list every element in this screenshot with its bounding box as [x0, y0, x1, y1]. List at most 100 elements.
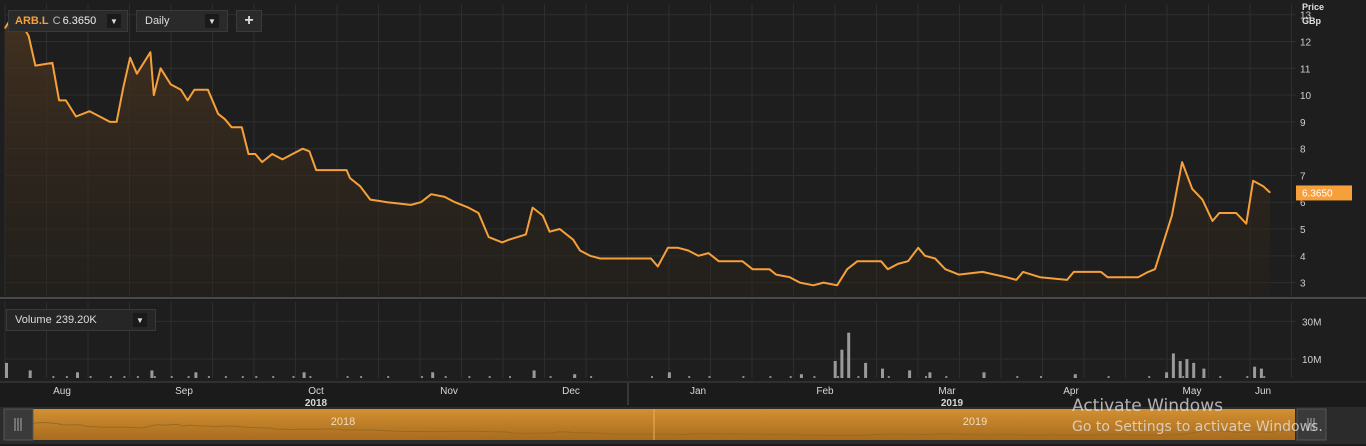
price-point [697, 255, 700, 257]
price-point [667, 247, 669, 249]
volume-bar [864, 362, 868, 378]
volume-bar [488, 376, 491, 378]
volume-bar [881, 368, 884, 378]
y-tick-label: 10 [1300, 91, 1312, 102]
price-point [271, 153, 273, 155]
volume-bar [387, 376, 390, 378]
volume-bar [187, 376, 190, 378]
price-point [856, 260, 859, 262]
volume-bar [1073, 374, 1077, 378]
x-tick-label: Jun [1255, 386, 1271, 397]
price-point [136, 73, 138, 75]
price-point [751, 268, 754, 270]
x-tick-label: Apr [1063, 386, 1079, 397]
price-point [34, 65, 37, 67]
volume-bar [431, 372, 435, 378]
price-point [254, 153, 256, 155]
price-point [1015, 279, 1017, 281]
price-point [51, 62, 54, 64]
price-point [129, 57, 131, 59]
price-point [934, 257, 936, 260]
volume-bar [1192, 362, 1196, 378]
price-point [579, 249, 581, 252]
price-point [707, 252, 710, 254]
price-point [525, 233, 527, 235]
y-tick-label: 11 [1300, 64, 1311, 75]
price-point [897, 263, 899, 265]
volume-bar [982, 372, 986, 378]
y-tick-label: 5 [1300, 225, 1306, 236]
price-point [217, 113, 219, 115]
interval-selector[interactable]: Daily ▼ [136, 10, 228, 32]
price-point [677, 247, 679, 249]
price-point [1171, 215, 1173, 217]
volume-bar [1202, 368, 1206, 378]
volume-bar [549, 376, 552, 378]
plus-icon[interactable]: + [236, 10, 262, 32]
price-point [1262, 185, 1264, 187]
volume-selector[interactable]: Volume 239.20K ▼ [6, 309, 156, 331]
last-price-tag-label: 6.3650 [1302, 188, 1333, 199]
price-point [924, 255, 926, 257]
price-point [281, 158, 283, 160]
price-point [657, 265, 659, 268]
chart-type-label: C [52, 15, 61, 27]
price-point [359, 185, 361, 187]
volume-bar [309, 376, 312, 378]
price-point [768, 268, 771, 270]
triangle-down-icon[interactable]: ▼ [133, 313, 147, 327]
volume-bar [813, 376, 816, 378]
volume-bar [123, 376, 126, 378]
volume-bar [444, 376, 447, 378]
price-point [247, 153, 250, 155]
price-point [1100, 271, 1102, 273]
price-point [109, 121, 111, 123]
navigator[interactable]: 2018 2019 [0, 407, 1366, 444]
price-point [508, 239, 510, 241]
price-point [559, 228, 561, 230]
price-point [1039, 276, 1041, 278]
x-tick-label: Nov [440, 386, 458, 397]
chart-toolbar: ARB.L C 6.3650 ▼ Daily ▼ + [8, 10, 262, 32]
price-point [542, 215, 544, 217]
volume-bar [272, 376, 275, 378]
volume-bar [708, 376, 711, 378]
price-point [1066, 279, 1068, 281]
volume-bar [170, 376, 173, 378]
volume-tick-label: 30M [1302, 317, 1321, 328]
volume-bar [1040, 376, 1042, 378]
triangle-down-icon[interactable]: ▼ [107, 14, 121, 28]
price-point [308, 150, 310, 152]
volume-bar [789, 376, 792, 378]
y-tick-label: 3 [1300, 279, 1306, 290]
volume-bar [651, 376, 653, 378]
chart-canvas: 34567891011121310M30MPriceGBp6.3650Aug Se… [0, 0, 1366, 444]
price-point [789, 276, 791, 278]
navigator-left-handle[interactable] [3, 408, 34, 441]
price-point [180, 89, 182, 91]
volume-bar [136, 376, 139, 378]
volume-label: Volume [15, 314, 52, 326]
volume-bar [928, 372, 932, 378]
volume-bar [224, 376, 227, 378]
navigator-right-handle[interactable] [1296, 408, 1327, 441]
triangle-down-icon[interactable]: ▼ [205, 14, 219, 28]
volume-bar [573, 374, 577, 378]
price-point [741, 260, 744, 262]
x-tick-label: May [1183, 386, 1202, 397]
price-point [812, 284, 815, 286]
navigator-window[interactable] [33, 409, 1295, 440]
symbol-selector[interactable]: ARB.L C 6.3650 ▼ [8, 10, 128, 32]
price-point [153, 94, 155, 96]
x-tick-label: Aug [53, 386, 71, 397]
price-axis-unit: GBp [1302, 16, 1322, 26]
price-point [1235, 212, 1237, 214]
volume-bar [1219, 376, 1222, 378]
price-point [599, 257, 601, 260]
price-point [687, 249, 689, 252]
volume-bar [667, 372, 671, 378]
price-point [846, 268, 848, 270]
x-tick-label: Mar [938, 386, 956, 397]
price-point [261, 161, 263, 163]
price-point [65, 99, 67, 101]
